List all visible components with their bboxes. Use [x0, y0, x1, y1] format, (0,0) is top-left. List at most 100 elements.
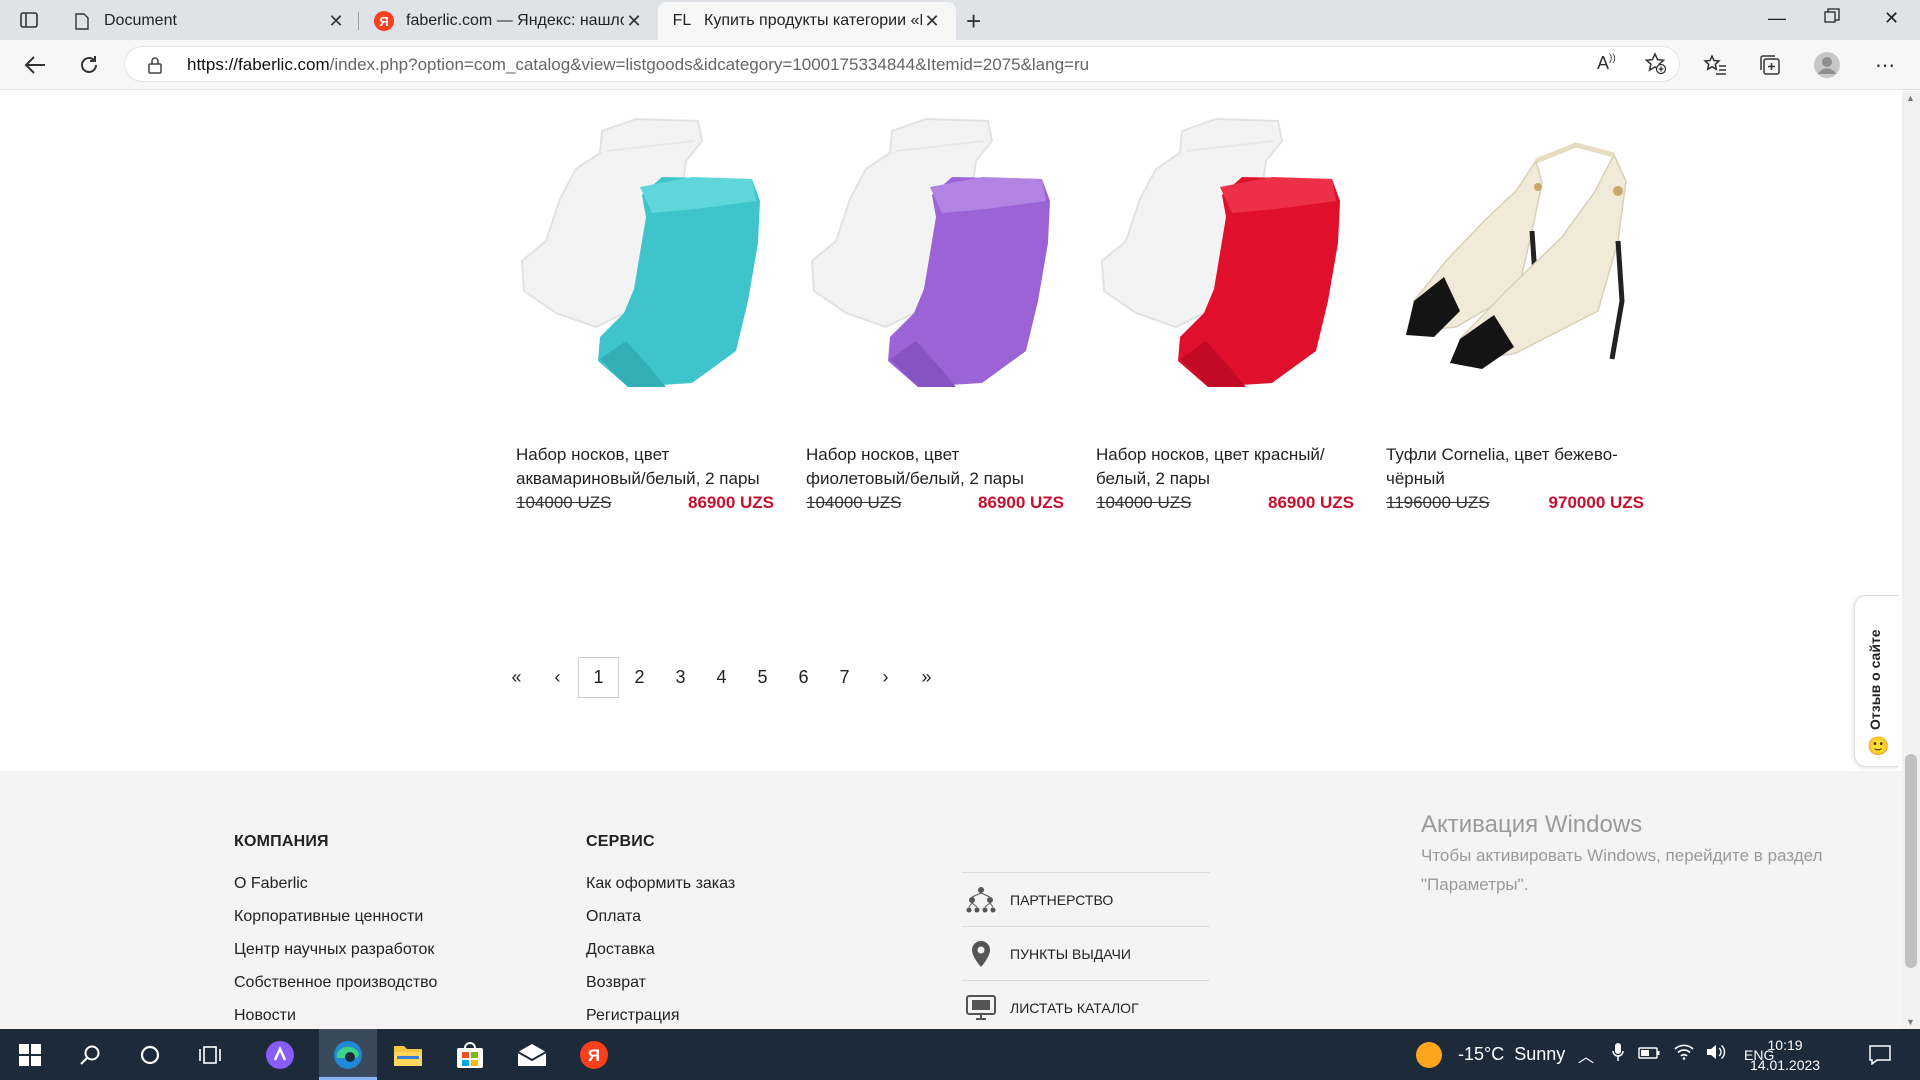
tab-faberlic[interactable]: FL Купить продукты категории «М ✕: [658, 2, 956, 40]
product-prices: 104000 UZS 86900 UZS: [1096, 491, 1354, 515]
product-image[interactable]: [1386, 91, 1644, 441]
tab-actions-icon[interactable]: [18, 9, 40, 31]
close-tab-icon[interactable]: ✕: [624, 11, 644, 32]
pagination-first[interactable]: «: [496, 657, 537, 698]
close-tab-icon[interactable]: ✕: [922, 11, 942, 32]
footer-link[interactable]: Как оформить заказ: [586, 867, 735, 900]
activation-title: Активация Windows: [1421, 811, 1643, 838]
pickup-points-link[interactable]: ПУНКТЫ ВЫДАЧИ: [962, 926, 1210, 980]
pagination-page[interactable]: 7: [824, 657, 865, 698]
edge-browser-icon[interactable]: [332, 1039, 364, 1071]
mail-icon[interactable]: [516, 1039, 548, 1071]
alice-icon[interactable]: [264, 1039, 296, 1071]
windows-start-icon[interactable]: [14, 1039, 46, 1071]
pagination-last[interactable]: »: [906, 657, 947, 698]
product-image[interactable]: [1096, 91, 1354, 441]
pagination-page-current[interactable]: 1: [578, 657, 619, 698]
taskbar-clock[interactable]: 10:19 14.01.2023: [1750, 1035, 1820, 1075]
scroll-down-icon[interactable]: ▼: [1906, 1017, 1915, 1027]
product-name[interactable]: Набор носков, цвет аквамариновый/белый, …: [516, 443, 774, 491]
cortana-icon[interactable]: [134, 1039, 166, 1071]
quick-link-label: ЛИСТАТЬ КАТАЛОГ: [1010, 999, 1139, 1016]
catalog-monitor-icon: [964, 993, 998, 1023]
pagination-next[interactable]: ›: [865, 657, 906, 698]
product-image[interactable]: [516, 91, 774, 441]
product-card[interactable]: Набор носков, цвет красный/белый, 2 пары…: [1096, 91, 1354, 515]
footer-link[interactable]: Центр научных разработок: [234, 933, 437, 966]
wifi-icon[interactable]: [1674, 1044, 1694, 1065]
more-menu-icon[interactable]: ⋯: [1872, 52, 1898, 78]
feedback-label: Отзыв о сайте: [1867, 629, 1883, 730]
task-view-icon[interactable]: [194, 1039, 226, 1071]
product-name[interactable]: Набор носков, цвет красный/белый, 2 пары: [1096, 443, 1354, 491]
product-card[interactable]: Набор носков, цвет фиолетовый/белый, 2 п…: [806, 91, 1064, 515]
svg-text:Я: Я: [588, 1046, 600, 1065]
browser-toolbar: https://faberlic.com/index.php?option=co…: [0, 40, 1920, 90]
footer-link[interactable]: Возврат: [586, 966, 735, 999]
pagination-page[interactable]: 3: [660, 657, 701, 698]
lock-icon[interactable]: [147, 56, 163, 74]
footer-link[interactable]: Корпоративные ценности: [234, 900, 437, 933]
file-explorer-icon[interactable]: [392, 1039, 424, 1071]
product-card[interactable]: Набор носков, цвет аквамариновый/белый, …: [516, 91, 774, 515]
url-text: https://faberlic.com/index.php?option=co…: [187, 55, 1090, 74]
minimize-icon[interactable]: —: [1768, 8, 1786, 29]
product-prices: 104000 UZS 86900 UZS: [516, 491, 774, 515]
product-name[interactable]: Туфли Cornelia, цвет бежево-чёрный: [1386, 443, 1644, 491]
footer-company-column: КОМПАНИЯ О Faberlic Корпоративные ценнос…: [234, 833, 437, 1029]
product-card[interactable]: Туфли Cornelia, цвет бежево-чёрный 11960…: [1386, 91, 1644, 515]
refresh-icon[interactable]: [76, 52, 102, 78]
partnership-link[interactable]: ПАРТНЕРСТВО: [962, 872, 1210, 926]
tab-yandex[interactable]: Я faberlic.com — Яндекс: нашлось ✕: [360, 2, 658, 40]
scroll-up-icon[interactable]: ▲: [1906, 93, 1915, 103]
footer-service-column: СЕРВИС Как оформить заказ Оплата Доставк…: [586, 833, 735, 1029]
browser-tab-bar: Document ✕ Я faberlic.com — Яндекс: нашл…: [0, 0, 1920, 40]
collections-icon[interactable]: [1757, 52, 1783, 78]
tab-document[interactable]: Document ✕: [58, 2, 360, 40]
search-icon[interactable]: [74, 1039, 106, 1071]
pagination-page[interactable]: 5: [742, 657, 783, 698]
add-favorite-icon[interactable]: [1643, 51, 1667, 80]
pagination-page[interactable]: 6: [783, 657, 824, 698]
product-image[interactable]: [806, 91, 1064, 441]
favorites-icon[interactable]: [1702, 52, 1728, 78]
page-scrollbar[interactable]: ▲ ▼: [1902, 91, 1920, 1029]
notifications-icon[interactable]: [1864, 1039, 1896, 1071]
microsoft-store-icon[interactable]: [454, 1039, 486, 1071]
new-tab-icon[interactable]: +: [966, 6, 981, 37]
restore-icon[interactable]: [1824, 8, 1840, 29]
catalog-link[interactable]: ЛИСТАТЬ КАТАЛОГ: [962, 980, 1210, 1034]
battery-icon[interactable]: [1638, 1046, 1660, 1064]
pagination-page[interactable]: 4: [701, 657, 742, 698]
show-hidden-icons[interactable]: ︿: [1578, 1043, 1594, 1067]
pagination-prev[interactable]: ‹: [537, 657, 578, 698]
close-tab-icon[interactable]: ✕: [326, 11, 346, 32]
windows-taskbar: Я -15°C Sunny ︿ ENG 10:19 14.01.2023: [0, 1029, 1920, 1080]
footer-link[interactable]: Новости: [234, 999, 437, 1029]
tab-divider: [358, 12, 359, 30]
footer-link[interactable]: Доставка: [586, 933, 735, 966]
pagination-page[interactable]: 2: [619, 657, 660, 698]
address-bar[interactable]: https://faberlic.com/index.php?option=co…: [124, 46, 1680, 82]
scrollbar-thumb[interactable]: [1905, 754, 1917, 968]
weather-widget[interactable]: -15°C Sunny: [1416, 1029, 1565, 1080]
volume-icon[interactable]: [1706, 1043, 1726, 1066]
clock-date: 14.01.2023: [1750, 1057, 1821, 1073]
back-icon[interactable]: [22, 52, 48, 78]
footer-link[interactable]: Регистрация: [586, 999, 735, 1029]
footer-link[interactable]: Оплата: [586, 900, 735, 933]
feedback-tab[interactable]: Отзыв о сайте 🙂: [1854, 595, 1898, 767]
quick-link-label: ПУНКТЫ ВЫДАЧИ: [1010, 945, 1131, 962]
weather-condition: Sunny: [1514, 1044, 1566, 1064]
sun-icon: [1416, 1041, 1442, 1068]
footer-link[interactable]: О Faberlic: [234, 867, 437, 900]
profile-avatar-icon[interactable]: [1814, 52, 1840, 78]
tab-title: faberlic.com — Яндекс: нашлось: [406, 12, 624, 29]
product-name[interactable]: Набор носков, цвет фиолетовый/белый, 2 п…: [806, 443, 1064, 491]
yandex-browser-icon[interactable]: Я: [578, 1039, 610, 1071]
microphone-icon[interactable]: [1612, 1042, 1624, 1067]
close-window-icon[interactable]: ✕: [1884, 8, 1899, 29]
read-aloud-icon[interactable]: A)): [1597, 53, 1616, 74]
footer-link[interactable]: Собственное производство: [234, 966, 437, 999]
footer-quick-links: ПАРТНЕРСТВО ПУНКТЫ ВЫДАЧИ ЛИСТАТЬ КАТАЛО…: [962, 872, 1210, 1034]
